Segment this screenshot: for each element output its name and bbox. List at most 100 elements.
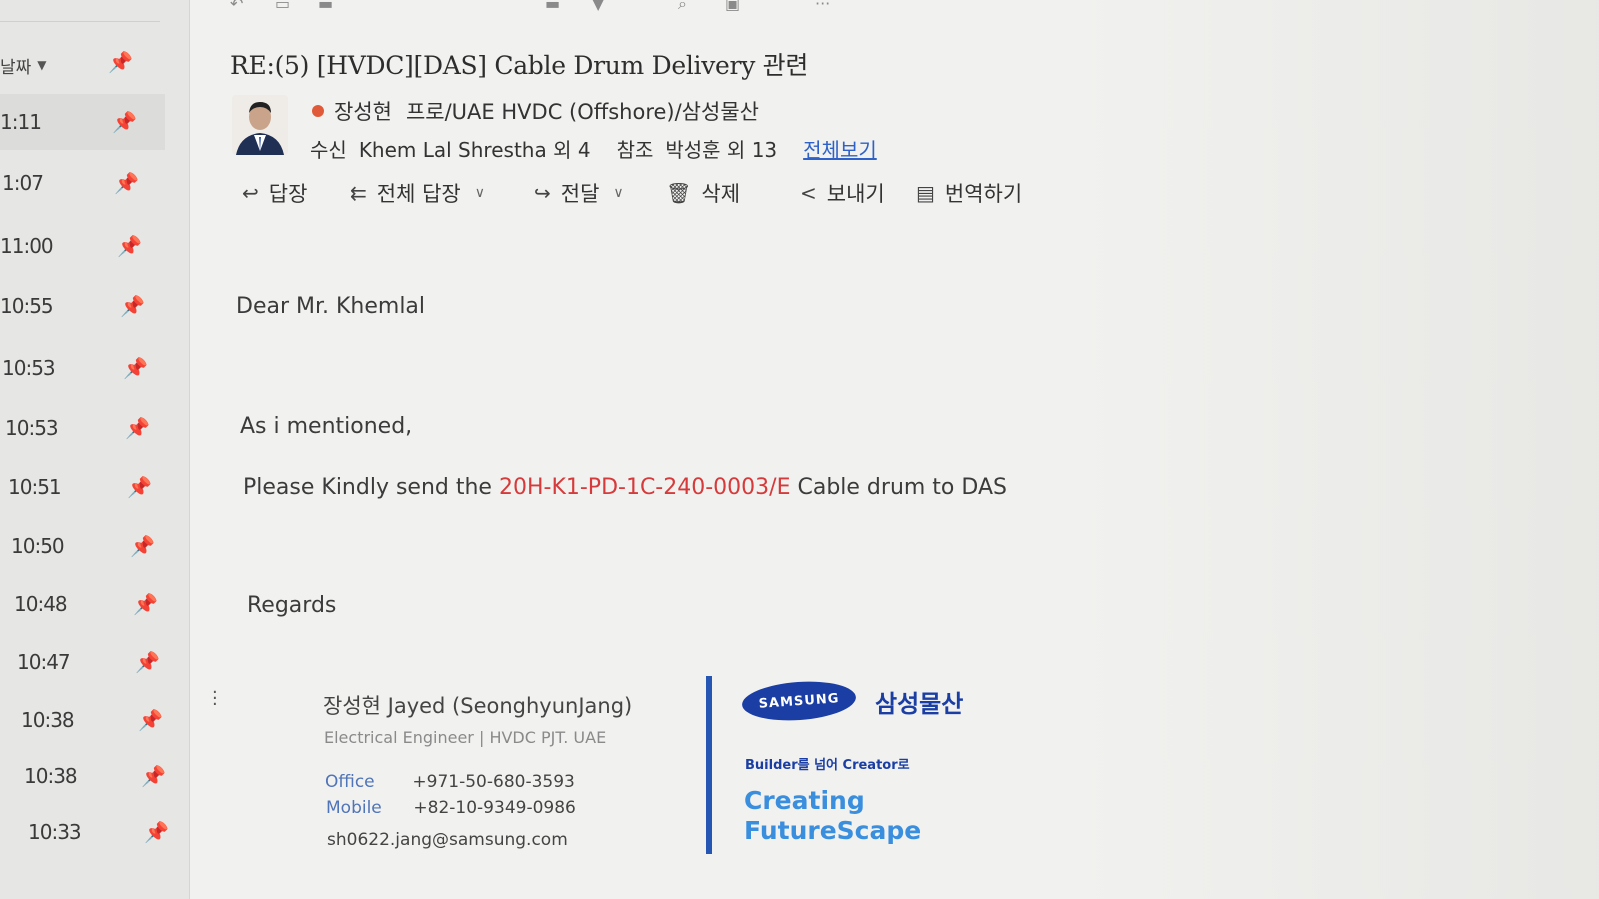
screen-glare: [1079, 0, 1599, 899]
company-tagline: Builder를 넘어 Creator로: [745, 758, 910, 773]
forward-label: 전달: [560, 182, 600, 206]
list-item[interactable]: 10:33 📌: [0, 804, 169, 860]
reply-icon: ↩: [242, 181, 259, 205]
chevron-down-icon[interactable]: ∨: [475, 185, 485, 201]
body-line-2: Please Kindly send the 20H-K1-PD-1C-240-…: [243, 475, 1007, 500]
regards-text: Regards: [247, 593, 337, 618]
signature-name: 장성현 Jayed (SeonghyunJang): [323, 694, 633, 718]
list-item[interactable]: 11:00 📌: [0, 218, 165, 274]
mobile-label: Mobile: [326, 798, 382, 818]
pin-icon[interactable]: 📌: [123, 356, 148, 380]
pin-icon[interactable]: 📌: [133, 592, 158, 616]
chevron-down-icon[interactable]: ∨: [613, 185, 623, 201]
office-label: Office: [325, 772, 375, 792]
list-item[interactable]: 10:50 📌: [0, 518, 165, 574]
message-time: 10:51: [8, 475, 62, 499]
list-item[interactable]: 10:51 📌: [0, 459, 165, 515]
cc-label: 참조: [616, 138, 654, 162]
top-toolbar: ↶ ▭ ▬ ▬ ▼ ⌕ ▣ ···: [220, 0, 860, 16]
flag-icon[interactable]: ▬: [545, 0, 560, 13]
pin-icon[interactable]: 📌: [112, 110, 137, 134]
avatar[interactable]: [232, 95, 288, 155]
message-time: 11:00: [0, 234, 54, 258]
office-phone: +971-50-680-3593: [412, 772, 575, 792]
message-time: 10:47: [17, 650, 71, 674]
sort-label[interactable]: 날짜: [0, 53, 31, 78]
pin-icon[interactable]: 📌: [127, 475, 152, 499]
pin-icon[interactable]: 📌: [120, 294, 145, 318]
signature-title: Electrical Engineer | HVDC PJT. UAE: [324, 728, 607, 747]
document-number: 20H-K1-PD-1C-240-0003/E: [498, 475, 791, 500]
list-item[interactable]: 10:55 📌: [0, 278, 165, 334]
delete-label: 삭제: [701, 182, 741, 206]
company-slogan: Creating FutureScape: [744, 786, 921, 846]
signature-office: Office +971-50-680-3593: [325, 772, 575, 792]
forward-icon: ↪: [534, 181, 551, 205]
to-recipients[interactable]: Khem Lal Shrestha 외 4: [359, 134, 591, 163]
pin-icon[interactable]: 📌: [144, 820, 169, 844]
list-item[interactable]: 10:53 📌: [0, 340, 165, 396]
body-line-2-pre: Please Kindly send the: [243, 475, 492, 500]
pin-icon[interactable]: 📌: [141, 764, 166, 788]
send-button[interactable]: < 보내기: [800, 178, 885, 208]
sort-control[interactable]: 날짜 ▼ 📌: [0, 48, 160, 82]
chevron-down-icon[interactable]: ▼: [37, 58, 46, 72]
archive-icon[interactable]: ▭: [275, 0, 290, 13]
back-icon[interactable]: ↶: [230, 0, 243, 13]
more-options-icon[interactable]: · · ·: [212, 684, 218, 714]
message-time: 10:55: [0, 294, 54, 318]
list-item[interactable]: 10:38 📌: [0, 692, 165, 748]
forward-button[interactable]: ↪ 전달 ∨: [534, 178, 624, 208]
message-time: 10:38: [21, 708, 75, 732]
send-label: 보내기: [826, 182, 885, 206]
list-item[interactable]: 10:48 📌: [0, 576, 165, 632]
reply-all-icon: ⇇: [350, 181, 367, 205]
reply-all-button[interactable]: ⇇ 전체 답장 ∨: [350, 178, 485, 208]
message-time: 10:53: [2, 356, 56, 380]
list-item[interactable]: 10:53 📌: [0, 400, 165, 456]
message-time: 10:48: [14, 592, 68, 616]
list-toolbar: [0, 0, 160, 22]
message-time: 10:38: [24, 764, 78, 788]
pin-icon[interactable]: 📌: [114, 171, 139, 195]
delete-button[interactable]: 🗑 삭제: [666, 178, 740, 208]
tag-icon[interactable]: ▼: [592, 0, 604, 13]
body-line-2-post: Cable drum to DAS: [797, 475, 1007, 500]
list-item[interactable]: 1:11 📌: [0, 94, 165, 150]
sender-org: 프로/UAE HVDC (Offshore)/삼성물산: [405, 100, 759, 124]
message-time: 10:53: [5, 416, 59, 440]
folder-icon[interactable]: ▬: [318, 0, 333, 13]
print-icon[interactable]: ▣: [725, 0, 740, 13]
action-toolbar: ↩ 답장 ⇇ 전체 답장 ∨ ↪ 전달 ∨ 🗑 삭제 < 보내기 ▤ 번역하기: [242, 178, 1062, 212]
message-time: 1:11: [0, 110, 42, 134]
translate-label: 번역하기: [944, 182, 1023, 206]
pin-icon[interactable]: 📌: [135, 650, 160, 674]
company-name: 삼성물산: [875, 690, 964, 718]
pin-icon[interactable]: 📌: [108, 50, 133, 74]
sender-name[interactable]: 장성현: [334, 96, 392, 126]
message-list-pane: 날짜 ▼ 📌 1:11 📌 1:07 📌 11:00 📌 10:55 📌 10:…: [0, 0, 190, 899]
view-all-link[interactable]: 전체보기: [803, 134, 877, 163]
share-icon: <: [800, 181, 817, 205]
pin-icon[interactable]: 📌: [138, 708, 163, 732]
pin-icon[interactable]: 📌: [130, 534, 155, 558]
pin-icon[interactable]: 📌: [117, 234, 142, 258]
list-item[interactable]: 10:38 📌: [0, 748, 166, 804]
mobile-phone: +82-10-9349-0986: [413, 798, 576, 818]
message-time: 10:33: [28, 820, 82, 844]
signature-mobile: Mobile +82-10-9349-0986: [326, 798, 576, 818]
signature-email[interactable]: sh0622.jang@samsung.com: [327, 830, 568, 850]
list-item[interactable]: 10:47 📌: [0, 634, 165, 690]
email-subject: RE:(5) [HVDC][DAS] Cable Drum Delivery 관…: [230, 51, 809, 80]
message-time: 1:07: [2, 171, 44, 195]
list-item[interactable]: 1:07 📌: [0, 155, 165, 211]
pin-icon[interactable]: 📌: [125, 416, 150, 440]
reply-button[interactable]: ↩ 답장: [242, 178, 307, 208]
to-label: 수신: [310, 138, 347, 162]
cc-recipients[interactable]: 박성훈 외 13: [665, 134, 777, 163]
more-icon[interactable]: ···: [815, 0, 830, 13]
translate-button[interactable]: ▤ 번역하기: [916, 178, 1022, 208]
reply-label: 답장: [268, 182, 308, 206]
zoom-icon[interactable]: ⌕: [678, 0, 687, 14]
logo-text: SAMSUNG: [758, 690, 840, 712]
